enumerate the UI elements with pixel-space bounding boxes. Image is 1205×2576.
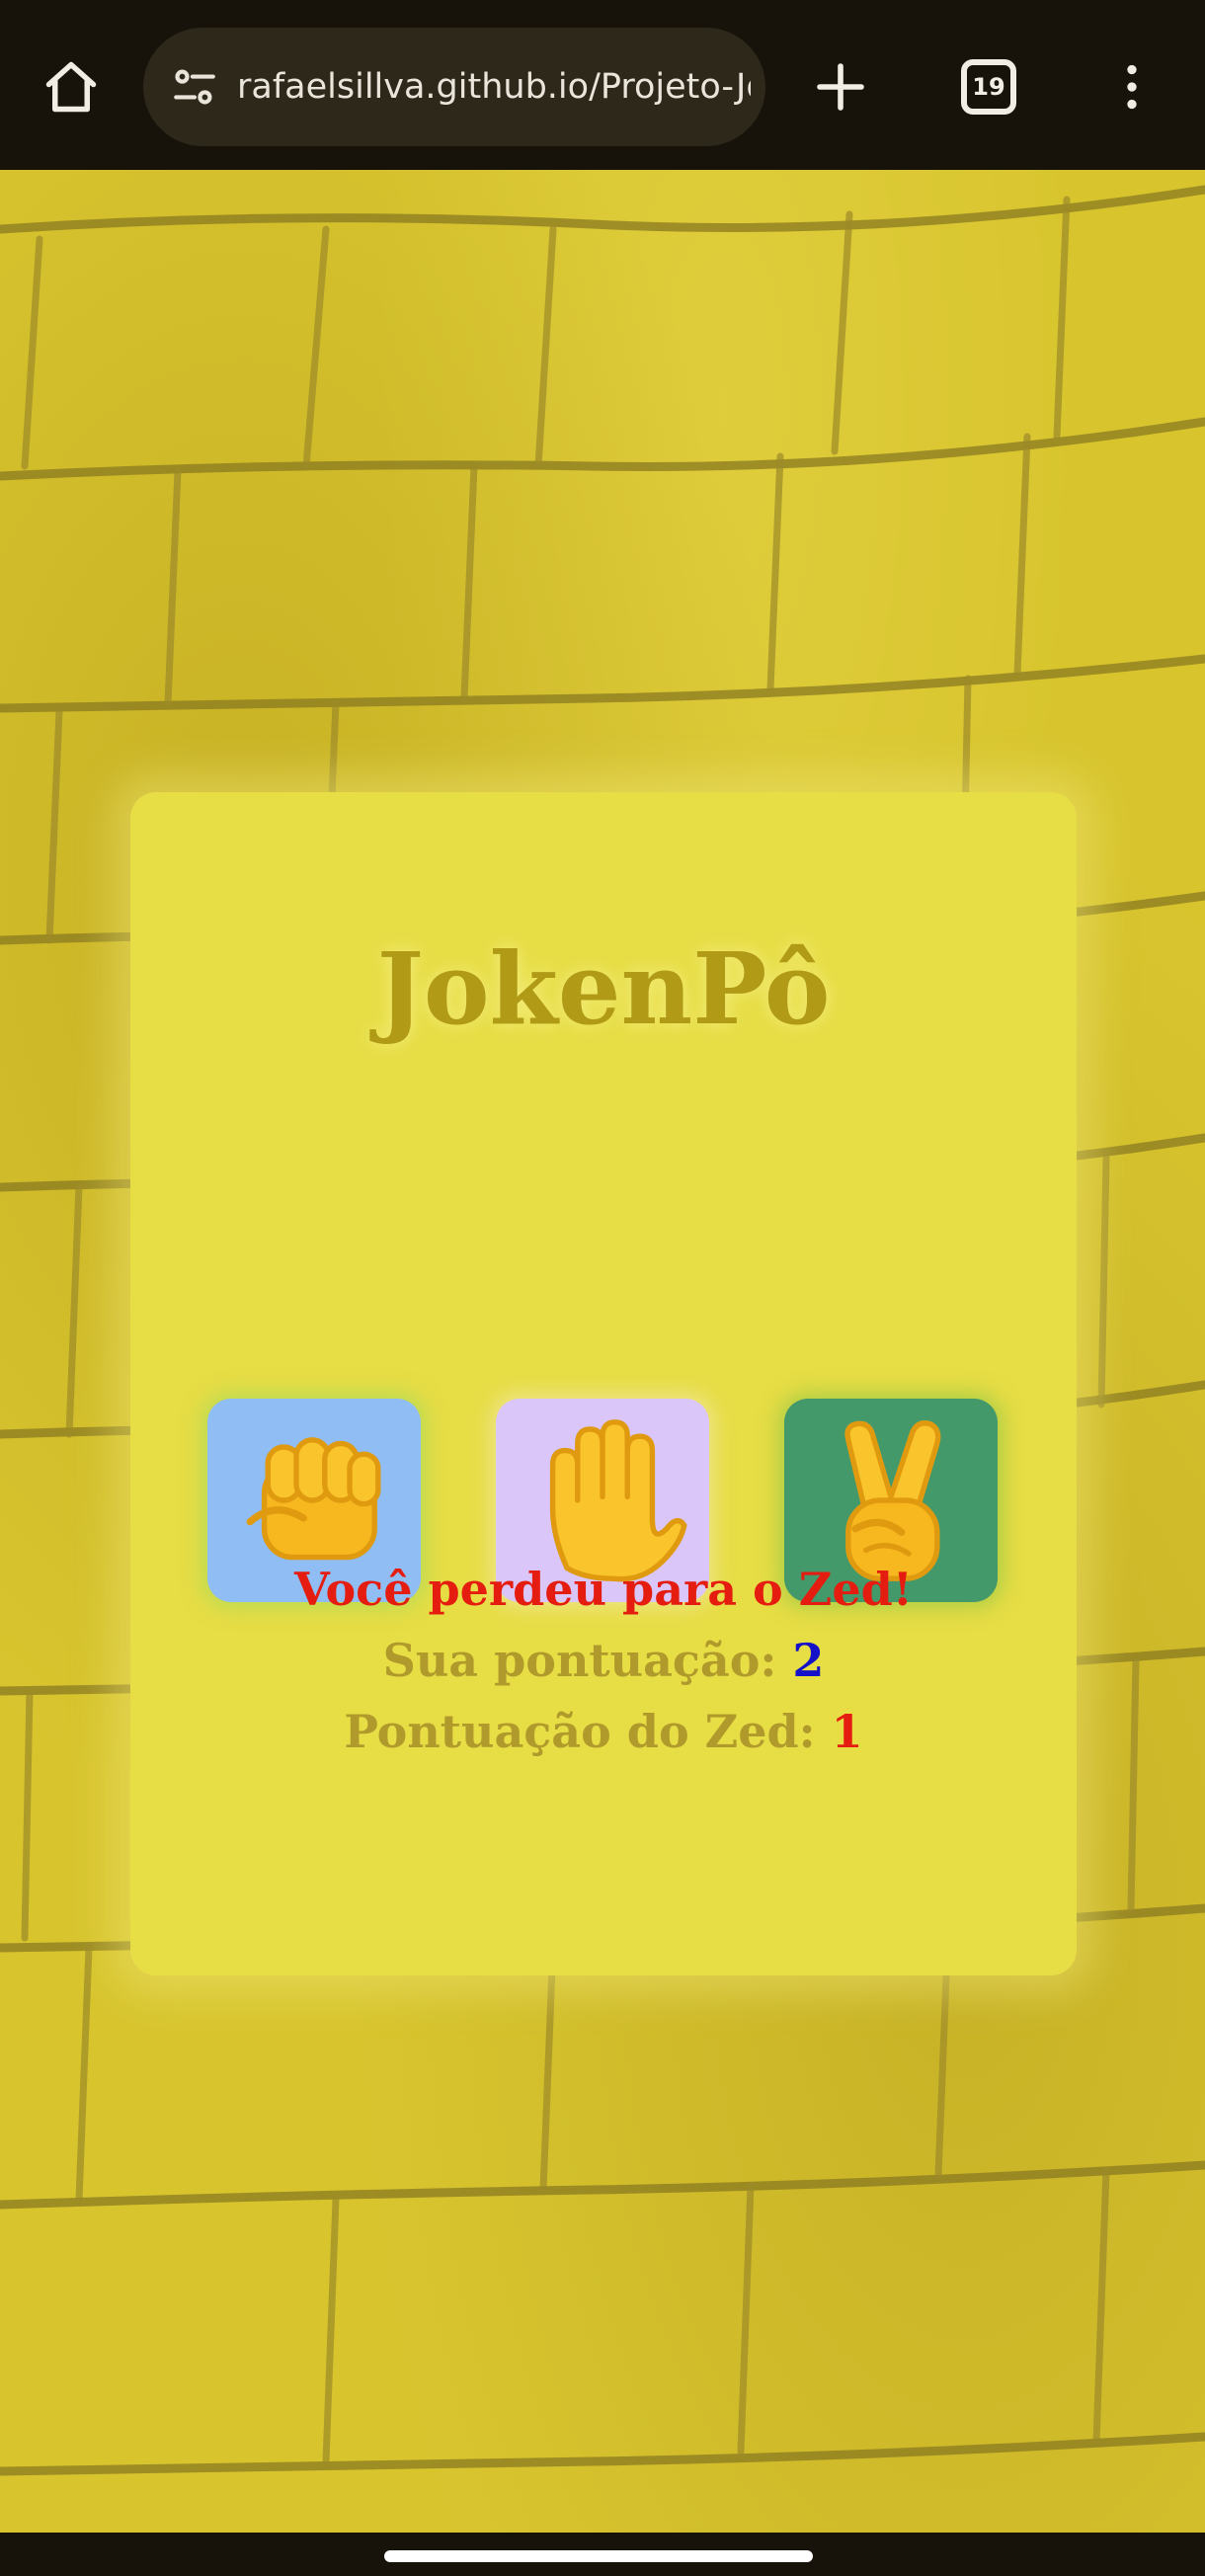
system-nav-bar: [0, 2533, 1205, 2576]
zed-score-value: 1: [831, 1705, 863, 1758]
menu-button[interactable]: [1096, 51, 1167, 122]
browser-toolbar: rafaelsillva.github.io/Projeto-JokenPo 1…: [0, 0, 1205, 170]
tune-icon[interactable]: [165, 57, 224, 117]
url-text[interactable]: rafaelsillva.github.io/Projeto-JokenPo: [237, 28, 751, 146]
home-icon: [45, 61, 97, 113]
game-card: JokenPô Você perdeu para o Zed! Sua pont…: [130, 792, 1077, 1975]
player-score-label: Sua pontuação:: [382, 1634, 777, 1687]
new-tab-button[interactable]: [805, 51, 876, 122]
zed-score-label: Pontuação do Zed:: [344, 1705, 816, 1758]
result-message: Você perdeu para o Zed!: [294, 1563, 913, 1616]
page-title: JokenPô: [376, 930, 831, 1047]
tab-switcher-button[interactable]: 19: [961, 59, 1016, 115]
page-background: JokenPô Você perdeu para o Zed! Sua pont…: [0, 170, 1205, 2533]
more-vertical-icon: [1127, 64, 1137, 110]
plus-icon: [817, 63, 864, 111]
player-score-line: Sua pontuação: 2: [130, 1634, 1077, 1687]
player-score-value: 2: [792, 1634, 825, 1687]
home-button[interactable]: [36, 51, 107, 122]
address-bar[interactable]: rafaelsillva.github.io/Projeto-JokenPo: [143, 28, 765, 146]
gesture-handle[interactable]: [384, 2550, 813, 2562]
zed-score-line: Pontuação do Zed: 1: [130, 1705, 1077, 1758]
